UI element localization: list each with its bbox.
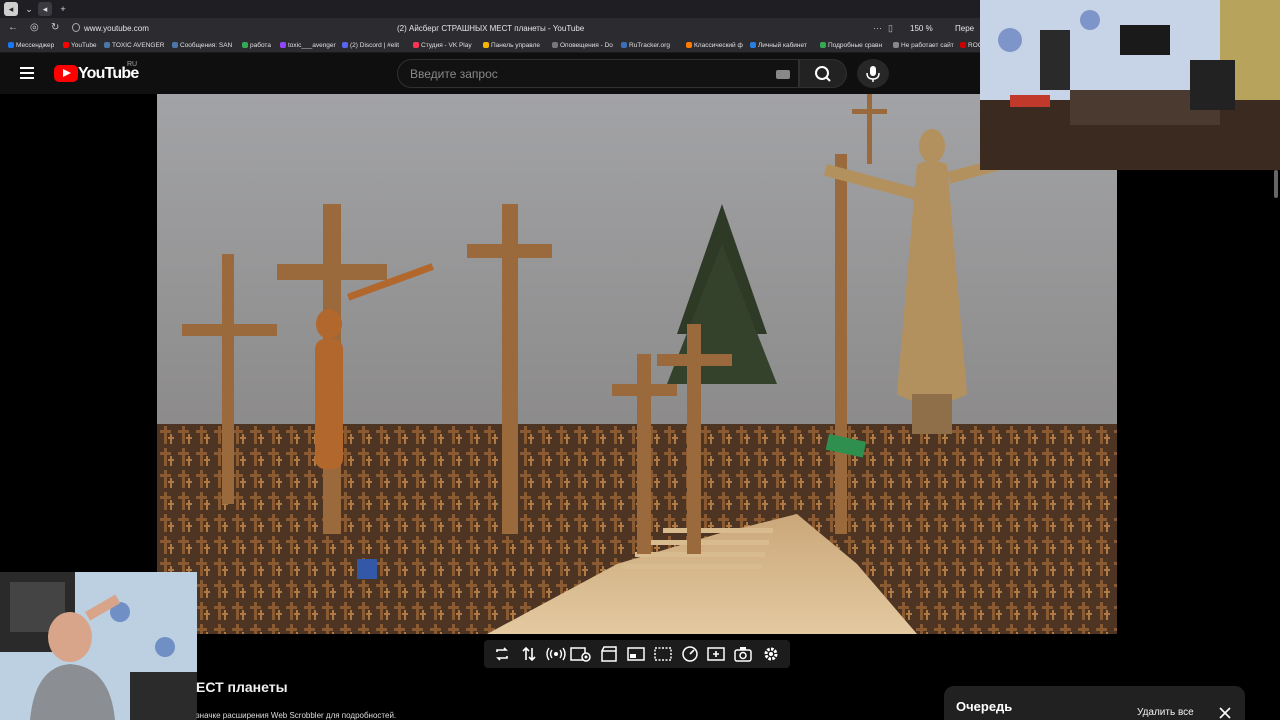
bookmark-item[interactable]: Личный кабинет [750,42,807,49]
bookmark-item[interactable]: Классический ф [686,42,743,49]
search-button[interactable] [799,59,847,88]
page-scrollbar[interactable] [1274,170,1278,198]
bookmark-item[interactable]: YouTube [63,42,97,49]
tab-active[interactable]: ◂ [38,2,52,16]
new-tab-icon[interactable]: + [56,2,70,16]
queue-panel: Очередь Удалить все [944,686,1245,720]
bookmark-label: Панель управле [491,42,540,49]
bookmark-favicon-icon [242,42,248,48]
webcam-streamer [0,572,197,720]
zoom-level[interactable]: 150 % [910,24,933,33]
scrobbler-note: значке расширения Web Scrobbler для подр… [196,711,397,720]
forward-icon[interactable]: ◎ [30,22,39,34]
cinema-icon[interactable] [654,645,672,663]
add-frame-icon[interactable] [707,645,725,663]
bookmark-item[interactable]: (2) Discord | #elit [342,42,399,49]
bookmark-item[interactable]: Оповещения - Do [552,42,613,49]
bookmark-label: Мессенджер [16,42,55,49]
bookmark-item[interactable]: Студия - VK Play [413,42,472,49]
sort-icon[interactable] [520,645,538,663]
chevron-down-icon[interactable]: ⌄ [22,2,36,16]
search-input[interactable]: Введите запрос [397,59,799,88]
bookmark-item[interactable]: Не работает сайт [893,42,954,49]
bookmark-item[interactable]: Сообщения: SAN [172,42,232,49]
bookmark-item[interactable]: работа [242,42,271,49]
url-text[interactable]: www.youtube.com [84,24,149,33]
video-player[interactable] [157,94,1117,634]
bookmark-item[interactable]: RuTracker.org [621,42,670,49]
bookmark-favicon-icon [172,42,178,48]
close-icon[interactable] [1218,706,1232,720]
view-icon[interactable] [570,645,592,663]
bookmark-label: работа [250,42,271,49]
queue-title: Очередь [956,699,1013,714]
bookmark-label: Не работает сайт [901,42,954,49]
back-icon[interactable]: ← [8,22,18,34]
bookmark-label: Классический ф [694,42,743,49]
bookmark-label: Оповещения - Do [560,42,613,49]
reload-icon[interactable]: ↻ [51,22,59,34]
bookmark-favicon-icon [893,42,899,48]
menu-icon[interactable] [20,67,34,79]
clear-queue-button[interactable]: Удалить все [1137,707,1194,718]
site-info-icon[interactable] [72,23,80,32]
keyboard-icon[interactable] [776,70,790,79]
tab-icon[interactable]: ◂ [4,2,18,16]
pip-icon[interactable] [627,645,645,663]
search-icon [815,66,831,82]
voice-search-button[interactable] [857,59,889,88]
broadcast-icon[interactable] [545,645,567,663]
bookmark-icon[interactable]: ▯ [888,23,893,34]
bookmark-favicon-icon [750,42,756,48]
bookmark-item[interactable]: Подробные сравн [820,42,882,49]
bookmark-favicon-icon [8,42,14,48]
video-tools-toolbar [484,640,790,668]
bookmark-favicon-icon [280,42,286,48]
bookmark-label: Личный кабинет [758,42,807,49]
page-title: (2) Айсберг СТРАШНЫХ МЕСТ планеты - YouT… [397,24,585,33]
bookmark-favicon-icon [483,42,489,48]
search-placeholder: Введите запрос [410,67,498,81]
bookmark-item[interactable]: Панель управле [483,42,540,49]
bookmark-label: Подробные сравн [828,42,883,49]
region-code: RU [127,61,138,68]
screenshot-icon[interactable] [734,645,752,663]
loop-icon[interactable] [493,645,511,663]
bookmark-favicon-icon [413,42,419,48]
speed-icon[interactable] [681,645,699,663]
video-title: ЕСТ планеты [196,679,288,695]
microphone-icon [866,66,880,82]
bookmark-label: (2) Discord | #elit [350,42,400,49]
bookmark-favicon-icon [552,42,558,48]
bookmark-favicon-icon [621,42,627,48]
bookmark-favicon-icon [820,42,826,48]
bookmark-favicon-icon [63,42,69,48]
bookmark-item[interactable]: toxic___avenger [280,42,336,49]
bookmark-favicon-icon [104,42,110,48]
bookmark-favicon-icon [960,42,966,48]
clapperboard-icon[interactable] [600,645,618,663]
extension-label[interactable]: Пере [955,24,974,33]
bookmark-label: TOXIC AVENGER [112,42,165,49]
webcam-room [980,0,1280,170]
bookmark-item[interactable]: Мессенджер [8,42,54,49]
bookmark-item[interactable]: TOXIC AVENGER [104,42,165,49]
bookmark-label: RuTracker.org [629,42,670,49]
more-icon[interactable]: ⋯ [873,23,882,34]
settings-icon[interactable] [762,645,780,663]
bookmark-label: Сообщения: SAN [180,42,233,49]
bookmark-label: Студия - VK Play [421,42,472,49]
bookmark-label: YouTube [71,42,97,49]
video-frame-image [157,94,1117,634]
bookmark-favicon-icon [342,42,348,48]
bookmark-label: toxic___avenger [288,42,336,49]
bookmark-favicon-icon [686,42,692,48]
youtube-logo-icon[interactable] [54,65,78,82]
